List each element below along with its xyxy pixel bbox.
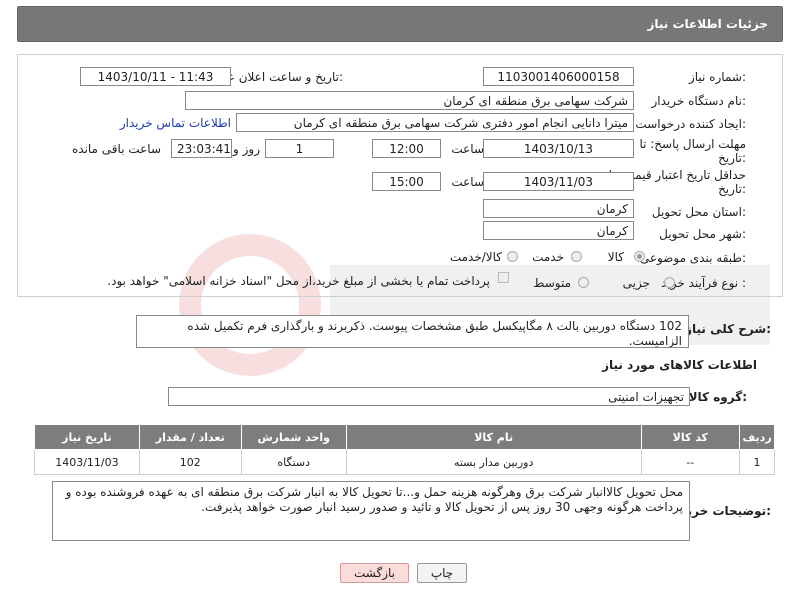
cell-date: 1403/11/03 <box>34 449 140 475</box>
validity-time-field[interactable]: 15:00 <box>372 172 441 191</box>
cell-qty: 102 <box>138 449 242 475</box>
page-header: جزئیات اطلاعات نیاز <box>17 6 783 42</box>
goods-group-label: گروه کالا: <box>688 390 747 404</box>
goods-table-header: ردیف کد کالا نام کالا واحد شمارش تعداد /… <box>34 424 775 450</box>
province-label: استان محل تحویل: <box>651 205 746 219</box>
remaining-days-field[interactable]: 1 <box>265 139 334 158</box>
col-date: تاریخ نیاز <box>34 424 140 450</box>
col-row: ردیف <box>739 424 775 450</box>
process-minor-label: جزیی <box>622 276 650 290</box>
validity-date-field[interactable]: 1403/11/03 <box>483 172 634 191</box>
category-both-label: کالا/خدمت <box>449 250 502 264</box>
process-medium-label: متوسط <box>533 276 571 290</box>
col-code: کد کالا <box>640 424 741 450</box>
category-service-radio[interactable] <box>571 251 582 262</box>
need-number-label: شماره نیاز: <box>688 70 746 84</box>
table-row[interactable]: 1 -- دوربین مدار بسته دستگاه 102 1403/11… <box>34 449 775 475</box>
cell-unit: دستگاه <box>240 449 347 475</box>
col-qty: تعداد / مقدار <box>138 424 242 450</box>
validity-date-label: تاریخ: <box>718 182 746 196</box>
days-label: روز و <box>233 142 260 156</box>
cell-name: دوربین مدار بسته <box>345 449 642 475</box>
treasury-payment-checkbox[interactable] <box>498 272 509 283</box>
description-textarea[interactable]: 102 دستگاه دوربین بالت ۸ مگاپیکسل طبق مش… <box>136 315 689 348</box>
goods-section-title: اطلاعات کالاهای مورد نیاز <box>602 358 757 372</box>
category-goods-radio[interactable] <box>634 251 645 262</box>
category-both-radio[interactable] <box>507 251 518 262</box>
print-button[interactable]: چاپ <box>417 563 467 583</box>
cell-row: 1 <box>739 449 775 475</box>
cell-code: -- <box>640 449 741 475</box>
buyer-notes-textarea[interactable]: محل تحویل کالاانبار شرکت برق وهرگونه هزی… <box>52 481 690 541</box>
goods-group-field[interactable]: تجهیزات امنیتی <box>168 387 690 406</box>
goods-table: ردیف کد کالا نام کالا واحد شمارش تعداد /… <box>34 424 775 475</box>
category-service-label: خدمت <box>532 250 564 264</box>
deadline-label: مهلت ارسال پاسخ: تا <box>639 137 746 151</box>
city-label: شهر محل تحویل: <box>659 227 746 241</box>
col-unit: واحد شمارش <box>240 424 347 450</box>
creator-field[interactable]: میترا دانایی انجام امور دفتری شرکت سهامی… <box>236 113 634 132</box>
process-medium-radio[interactable] <box>578 277 589 288</box>
remaining-time-field[interactable]: 23:03:41 <box>171 139 232 158</box>
creator-label: ایجاد کننده درخواست: <box>635 117 746 131</box>
buyer-contact-link[interactable]: اطلاعات تماس خریدار <box>120 116 231 130</box>
deadline-date-label: تاریخ: <box>718 151 746 165</box>
buyer-org-field[interactable]: شرکت سهامی برق منطقه ای کرمان <box>185 91 634 110</box>
deadline-date-field[interactable]: 1403/10/13 <box>483 139 634 158</box>
remaining-label: ساعت باقی مانده <box>71 142 161 156</box>
announce-datetime-field[interactable]: 1403/10/11 - 11:43 <box>80 67 231 86</box>
treasury-payment-note: پرداخت تمام یا بخشی از مبلغ خرید،از محل … <box>107 274 490 288</box>
need-number-field[interactable]: 1103001406000158 <box>483 67 634 86</box>
province-field[interactable]: کرمان <box>483 199 634 218</box>
col-name: نام کالا <box>345 424 642 450</box>
category-goods-label: کالا <box>607 250 624 264</box>
back-button[interactable]: بازگشت <box>340 563 409 583</box>
buyer-org-label: نام دستگاه خریدار: <box>651 94 747 108</box>
category-label: طبقه بندی موضوعی: <box>639 251 746 265</box>
description-label: شرح کلی نیاز: <box>685 322 771 336</box>
deadline-time-field[interactable]: 12:00 <box>372 139 441 158</box>
process-minor-radio[interactable] <box>664 277 675 288</box>
deadline-time-label: ساعت <box>451 142 484 156</box>
city-field[interactable]: کرمان <box>483 221 634 240</box>
page-title: جزئیات اطلاعات نیاز <box>647 17 768 31</box>
validity-time-label: ساعت <box>451 175 484 189</box>
